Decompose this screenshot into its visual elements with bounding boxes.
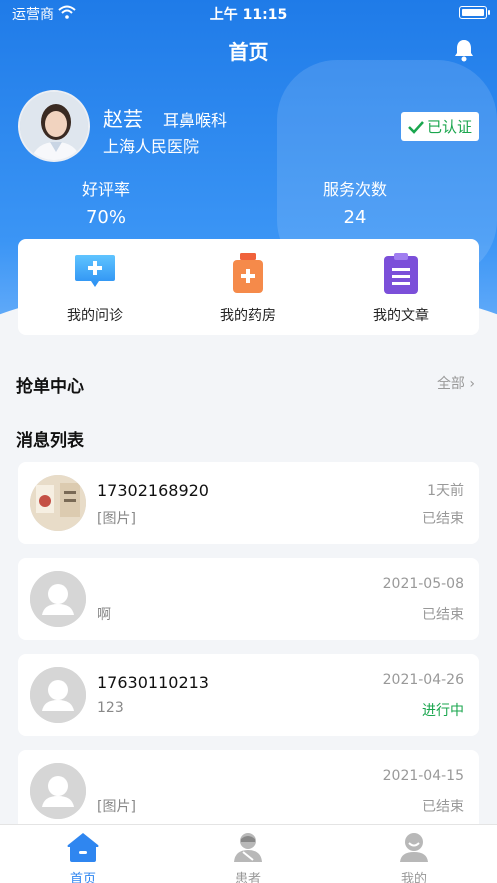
service-count-label: 服务次数 [322,180,387,199]
chat-plus-icon [75,255,115,287]
message-time: 1天前 [427,483,464,499]
doctor-name: 赵芸 [103,107,143,131]
tab-patients[interactable]: 患者 [198,831,298,883]
message-status: 已结束 [422,607,464,623]
message-status: 已结束 [422,511,464,527]
tab-home[interactable]: 首页 [33,831,133,883]
default-avatar-icon [30,763,86,819]
my-articles-button[interactable]: 我的文章 [336,251,466,325]
message-time: 2021-05-08 [382,576,464,592]
message-status: 进行中 [422,703,464,719]
doctor-hospital: 上海人民医院 [103,137,200,156]
view-all-label: 全部 [436,376,465,392]
message-preview: [图片] [97,799,136,815]
rating-label: 好评率 [81,180,130,199]
message-preview: 啊 [97,607,111,623]
message-sender: 17630110213 [97,673,209,692]
check-icon [408,120,424,134]
message-item[interactable]: [图片] 2021-04-15 已结束 [18,750,479,832]
chevron-right-icon: › [469,376,475,392]
doctor-avatar[interactable] [18,90,90,162]
message-time: 2021-04-15 [382,768,464,784]
grab-order-title: 抢单中心 [16,377,84,397]
quick-actions-card: 我的问诊 我的药房 我的文章 [18,239,479,335]
tab-profile[interactable]: 我的 [364,831,464,883]
medicine-bottle-icon [233,253,263,293]
doctor-department: 耳鼻喉科 [163,111,228,130]
clock: 上午 11:15 [209,7,288,23]
my-consultations-button[interactable]: 我的问诊 [30,251,160,325]
my-pharmacy-button[interactable]: 我的药房 [183,251,313,325]
patient-icon [234,833,262,862]
message-item[interactable]: 17302168920 [图片] 1天前 已结束 [18,462,479,544]
default-avatar-icon [30,571,86,627]
message-preview: 123 [97,700,124,716]
profile-icon [400,833,428,862]
my-pharmacy-label: 我的药房 [220,308,276,324]
message-sender: 17302168920 [97,481,209,500]
tab-home-label: 首页 [69,872,96,883]
service-count-value: 24 [343,207,367,228]
battery-icon [459,6,490,19]
message-item[interactable]: 啊 2021-05-08 已结束 [18,558,479,640]
default-avatar-icon [30,667,86,723]
photo-thumbnail [30,475,86,531]
tab-profile-label: 我的 [400,872,427,883]
verified-badge: 已认证 [401,112,479,141]
rating-value: 70% [85,207,126,228]
tab-patients-label: 患者 [234,872,261,883]
status-bar: 运营商 上午 11:15 [0,0,497,26]
message-time: 2021-04-26 [382,672,464,688]
message-status: 已结束 [422,799,464,815]
message-list-title: 消息列表 [16,431,84,451]
view-all-link[interactable]: 全部 › [437,373,475,393]
page-title: 首页 [228,40,269,64]
bell-icon[interactable] [453,38,475,62]
home-icon [67,833,99,862]
my-articles-label: 我的文章 [373,308,429,324]
message-item[interactable]: 17630110213 123 2021-04-26 进行中 [18,654,479,736]
my-consultations-label: 我的问诊 [67,308,123,324]
tab-bar: 首页 患者 我的 [0,824,497,883]
clipboard-icon [384,253,418,294]
verified-label: 已认证 [426,118,472,136]
message-preview: [图片] [97,511,136,527]
